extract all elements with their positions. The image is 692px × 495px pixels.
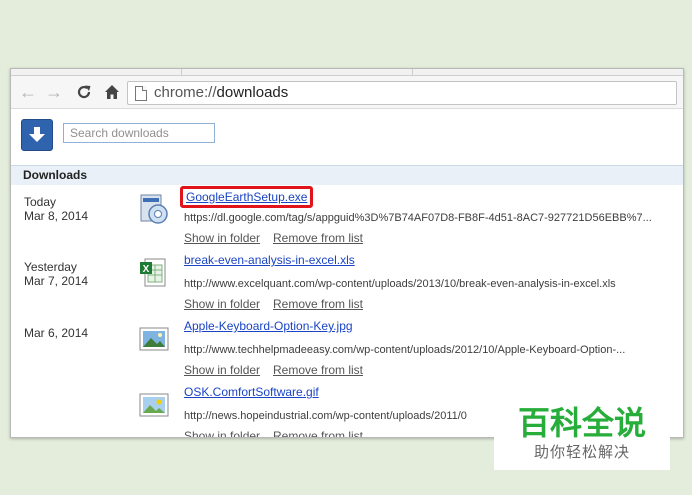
watermark-logo: 百科全说 助你轻松解决 [494,402,670,470]
file-link-break-even-analysis[interactable]: break-even-analysis-in-excel.xls [184,253,355,267]
date-group-yesterday: Yesterday Mar 7, 2014 [24,260,88,288]
date-value: Mar 7, 2014 [24,274,89,288]
show-in-folder-link[interactable]: Show in folder [184,363,260,377]
page-icon [135,86,147,101]
forward-arrow-icon[interactable]: → [43,81,65,103]
back-arrow-icon[interactable]: ← [17,81,39,103]
watermark-title: 百科全说 [517,404,646,442]
remove-from-list-link[interactable]: Remove from list [273,231,363,245]
show-in-folder-link[interactable]: Show in folder [184,297,260,311]
tab-strip [11,69,683,76]
date-value: Mar 8, 2014 [24,209,89,223]
gif-file-icon[interactable] [139,389,169,421]
svg-text:X: X [143,264,150,275]
downloads-section-header: Downloads [11,165,683,185]
file-source-url: http://www.excelquant.com/wp-content/upl… [184,278,616,290]
browser-window: ← → chrome://downloads Downloads [10,68,684,438]
remove-from-list-link[interactable]: Remove from list [273,297,363,311]
url-scheme: chrome:// [154,84,217,101]
installer-file-icon[interactable] [139,193,169,225]
address-url: chrome://downloads [154,84,288,102]
url-path: downloads [216,84,289,101]
download-arrow-icon[interactable] [21,119,53,151]
search-downloads-input[interactable] [63,123,215,143]
file-source-url: http://www.techhelpmadeeasy.com/wp-conte… [184,344,626,356]
home-icon[interactable] [101,81,123,103]
date-value: Mar 6, 2014 [24,326,89,340]
excel-file-icon[interactable]: X [139,257,169,289]
date-group-today: Today Mar 8, 2014 [24,195,88,223]
file-link-apple-keyboard[interactable]: Apple-Keyboard-Option-Key.jpg [184,319,353,333]
date-group-mar-6: Mar 6, 2014 [24,326,88,340]
show-in-folder-link[interactable]: Show in folder [184,231,260,245]
file-link-osk-comfortsoftware[interactable]: OSK.ComfortSoftware.gif [184,385,319,399]
image-file-icon[interactable] [139,323,169,355]
file-source-url: https://dl.google.com/tag/s/appguid%3D%7… [184,212,652,224]
downloads-header [11,109,683,165]
date-label: Today [24,195,57,209]
date-label: Yesterday [24,260,77,274]
browser-tab[interactable] [181,69,413,75]
show-in-folder-link[interactable]: Show in folder [184,429,260,437]
address-bar[interactable]: chrome://downloads [127,81,677,105]
reload-icon[interactable] [73,81,95,103]
watermark-subtitle: 助你轻松解决 [533,443,630,461]
remove-from-list-link[interactable]: Remove from list [273,363,363,377]
file-link-google-earth-setup[interactable]: GoogleEarthSetup.exe [180,186,314,208]
remove-from-list-link[interactable]: Remove from list [273,429,363,437]
browser-toolbar: ← → chrome://downloads [11,76,683,109]
